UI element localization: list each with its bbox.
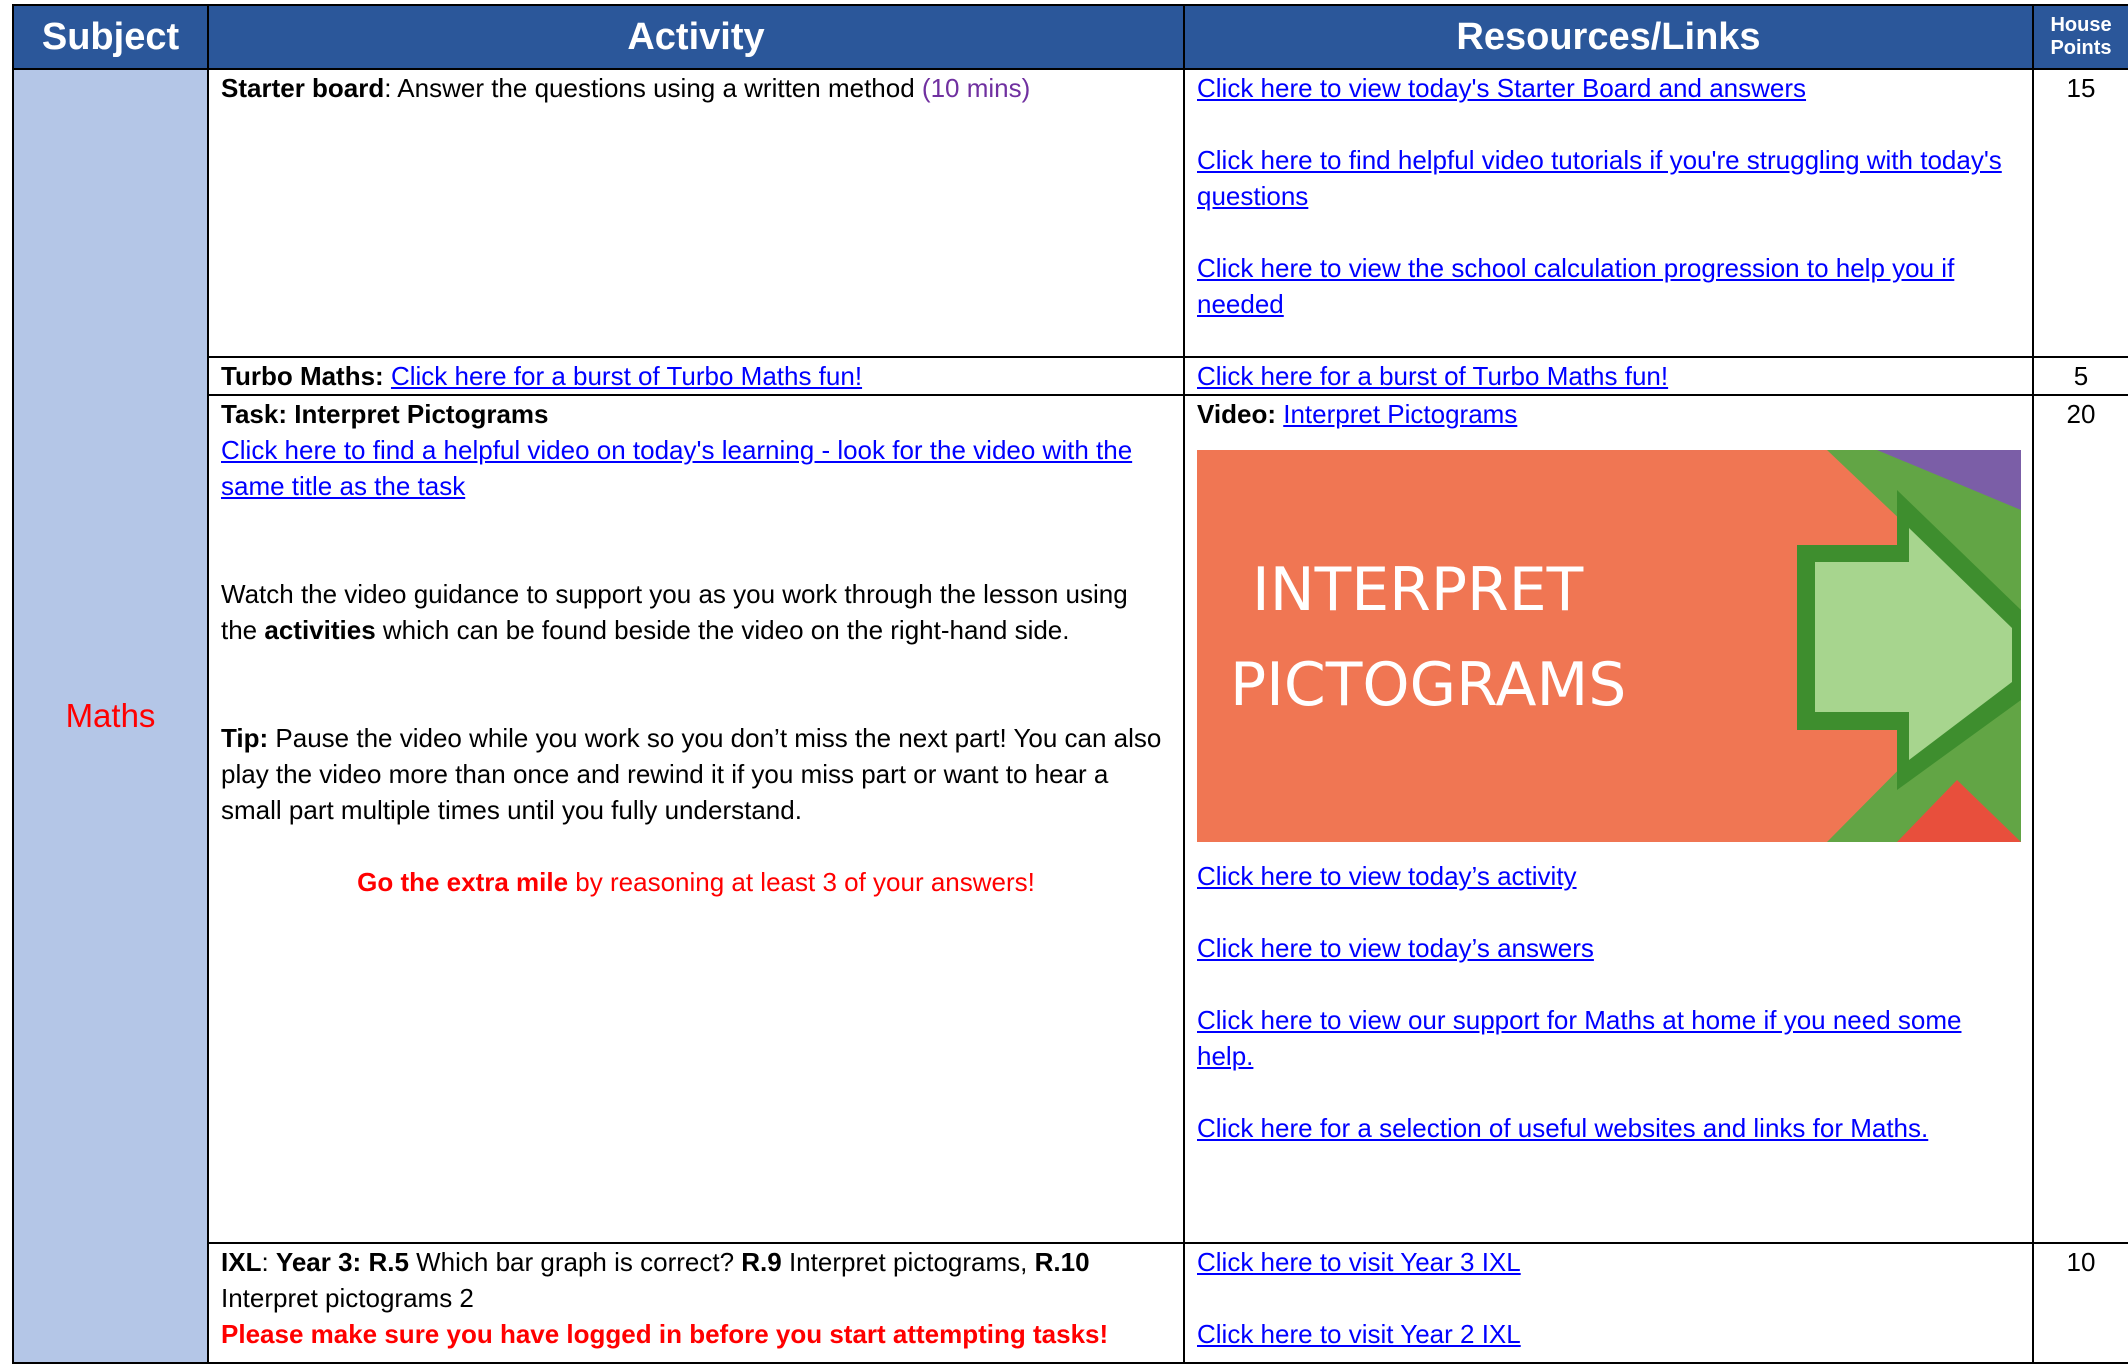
- video-label: Video:: [1197, 399, 1276, 429]
- turbo-activity-link[interactable]: Click here for a burst of Turbo Maths fu…: [391, 361, 862, 391]
- task-watch-text: Watch the video guidance to support you …: [221, 579, 1128, 645]
- banner-line1: INTERPRET: [1252, 555, 1584, 625]
- task-activity-cell: Task: Interpret Pictograms Click here to…: [207, 394, 1185, 1244]
- task-video-link[interactable]: Click here to find a helpful video on to…: [221, 435, 1132, 501]
- task-label: Task: Interpret Pictograms: [221, 399, 549, 429]
- todays-answers-link[interactable]: Click here to view today’s answers: [1197, 933, 1594, 963]
- turbo-label: Turbo Maths:: [221, 361, 384, 391]
- row-starter: Maths Starter board: Answer the question…: [12, 68, 2128, 1364]
- starter-points: 15: [2032, 68, 2128, 358]
- starter-activity-cell: Starter board: Answer the questions usin…: [207, 68, 1185, 358]
- row-turbo: Turbo Maths: Click here for a burst of T…: [13, 356, 2128, 396]
- header-resources: Resources/Links: [1183, 4, 2034, 70]
- interpret-pictograms-video-link[interactable]: Interpret Pictograms: [1283, 399, 1517, 429]
- row-task: Task: Interpret Pictograms Click here to…: [13, 394, 2128, 1244]
- subject-cell: Maths: [12, 68, 209, 1364]
- task-tip-text: Tip: Pause the video while you work so y…: [221, 723, 1162, 825]
- turbo-activity-cell: Turbo Maths: Click here for a burst of T…: [207, 356, 1185, 396]
- header-row: Subject Activity Resources/Links House P…: [12, 4, 2128, 70]
- task-points: 20: [2032, 394, 2128, 1244]
- ixl-activity-cell: IXL: Year 3: R.5 Which bar graph is corr…: [207, 1242, 1185, 1364]
- task-resources-cell: Video: Interpret Pictograms INTERPRET PI…: [1183, 394, 2034, 1244]
- maths-support-link[interactable]: Click here to view our support for Maths…: [1197, 1005, 1961, 1071]
- banner-line2: PICTOGRAMS: [1230, 650, 1626, 720]
- ixl-login-warning: Please make sure you have logged in befo…: [221, 1319, 1109, 1349]
- turbo-points: 5: [2032, 356, 2128, 396]
- starter-board-link[interactable]: Click here to view today's Starter Board…: [1197, 73, 1806, 103]
- starter-label: Starter board: [221, 73, 385, 103]
- useful-websites-link[interactable]: Click here for a selection of useful web…: [1197, 1113, 1928, 1143]
- starter-time: (10 mins): [921, 73, 1031, 103]
- header-activity: Activity: [207, 4, 1185, 70]
- turbo-resource-link[interactable]: Click here for a burst of Turbo Maths fu…: [1197, 361, 1668, 391]
- header-house-points-line1: House: [2050, 14, 2112, 36]
- ixl-text: IXL: Year 3: R.5 Which bar graph is corr…: [221, 1247, 1090, 1313]
- video-tutorials-link[interactable]: Click here to find helpful video tutoria…: [1197, 145, 2002, 211]
- calculation-progression-link[interactable]: Click here to view the school calculatio…: [1197, 253, 1954, 319]
- year2-ixl-link[interactable]: Click here to visit Year 2 IXL: [1197, 1319, 1521, 1349]
- ixl-resources-cell: Click here to visit Year 3 IXL Click her…: [1183, 1242, 2034, 1364]
- turbo-resources-cell: Click here for a burst of Turbo Maths fu…: [1183, 356, 2034, 396]
- row-ixl: IXL: Year 3: R.5 Which bar graph is corr…: [13, 1242, 2128, 1364]
- header-house-points: House Points: [2032, 4, 2128, 70]
- homework-table: Subject Activity Resources/Links House P…: [12, 4, 2128, 1364]
- year3-ixl-link[interactable]: Click here to visit Year 3 IXL: [1197, 1247, 1521, 1277]
- header-house-points-line2: Points: [2050, 37, 2112, 59]
- interpret-pictograms-banner[interactable]: INTERPRET PICTOGRAMS: [1197, 450, 2021, 842]
- todays-activity-link[interactable]: Click here to view today’s activity: [1197, 861, 1577, 891]
- extra-mile-text: Go the extra mile by reasoning at least …: [357, 867, 1035, 897]
- starter-text: : Answer the questions using a written m…: [384, 73, 915, 103]
- ixl-points: 10: [2032, 1242, 2128, 1364]
- starter-resources-cell: Click here to view today's Starter Board…: [1183, 68, 2034, 358]
- header-subject: Subject: [12, 4, 209, 70]
